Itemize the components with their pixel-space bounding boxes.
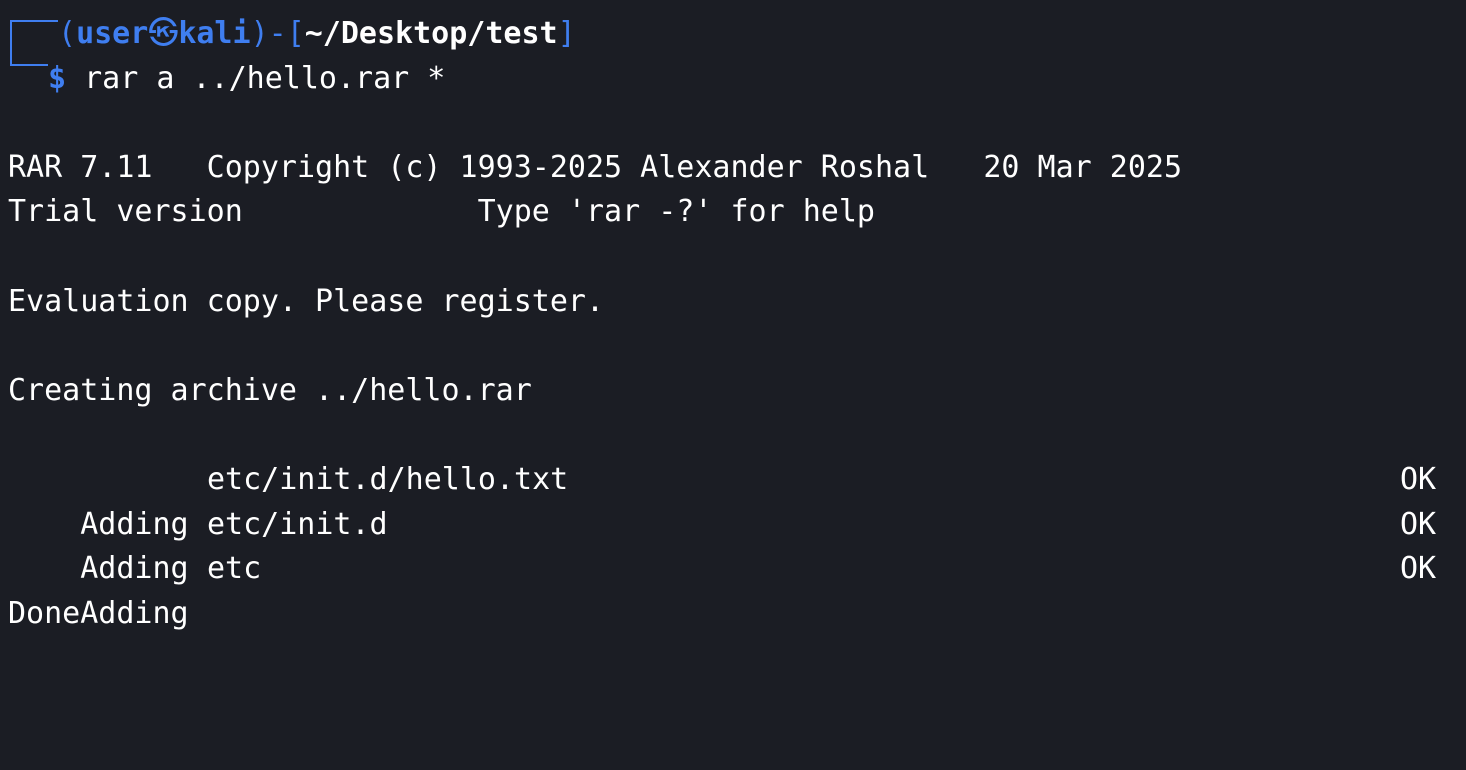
adding-row: Adding etc/init.d OK	[8, 503, 1466, 587]
prompt-context: (user㉿kali)-[~/Desktop/test]	[58, 12, 576, 57]
prompt-open-bracket: [	[286, 16, 305, 51]
terminal-window[interactable]: (user㉿kali)-[~/Desktop/test] $ rar a ../…	[0, 0, 1466, 654]
adding-row: Adding etc OK	[8, 547, 1466, 631]
prompt-user: user	[76, 16, 149, 51]
adding-status: OK	[1400, 506, 1437, 542]
prompt-open-paren: (	[58, 16, 77, 51]
adding-status: OK	[1400, 551, 1437, 587]
adding-path: etc/init.d/hello.txt	[207, 461, 569, 497]
evaluation-notice: Evaluation copy. Please register.	[8, 283, 605, 319]
prompt-cwd: ~/Desktop/test	[304, 16, 558, 51]
prompt-at-symbol: ㉿	[148, 16, 179, 51]
prompt-dash: -	[268, 16, 287, 51]
command-text: rar a ../hello.rar *	[84, 60, 446, 96]
command-line: $ rar a ../hello.rar *	[0, 57, 1466, 102]
rar-header-line: RAR 7.11 Copyright (c) 1993-2025 Alexand…	[8, 149, 1182, 185]
adding-path: etc	[207, 551, 262, 587]
adding-status: OK	[1400, 461, 1437, 497]
adding-row: Adding etc/init.d/hello.txt OK	[8, 458, 1466, 542]
done-line: Done	[8, 595, 81, 631]
prompt-line: (user㉿kali)-[~/Desktop/test]	[0, 12, 1466, 57]
prompt-host: kali	[178, 16, 251, 51]
creating-archive-line: Creating archive ../hello.rar	[8, 372, 532, 408]
command-input[interactable]: $ rar a ../hello.rar *	[48, 57, 445, 102]
prompt-close-paren: )	[250, 16, 269, 51]
prompt-close-bracket: ]	[557, 16, 576, 51]
adding-path: etc/init.d	[207, 506, 388, 542]
prompt-dollar: $	[48, 60, 67, 96]
rar-trial-line: Trial version Type 'rar -?' for help	[8, 194, 875, 230]
